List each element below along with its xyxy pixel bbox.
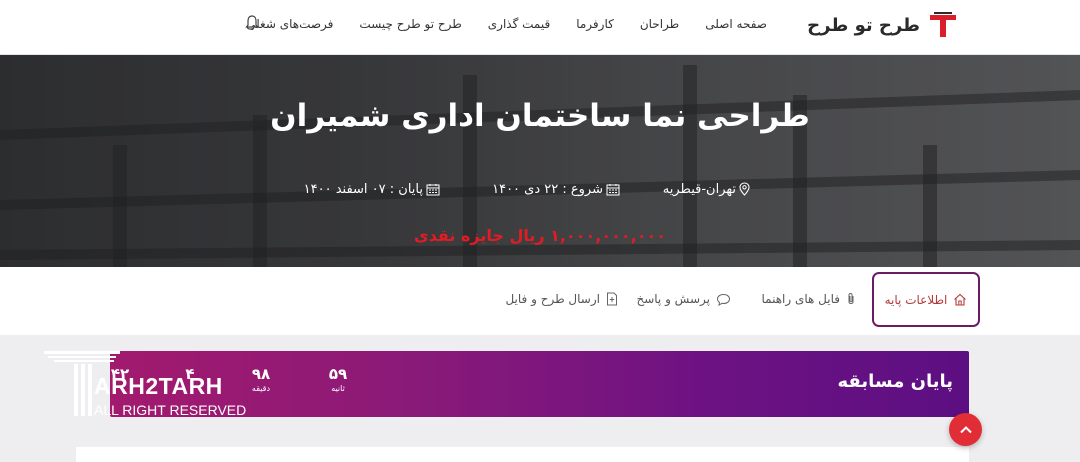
tab-guide-files-label: فایل های راهنما [761, 292, 841, 306]
prize-amount: ۱,۰۰۰,۰۰۰,۰۰۰ ریال جایزه نقدی [413, 226, 667, 245]
chevron-up-icon [959, 425, 972, 433]
countdown-banner: پایان مسابقه ۵۹ ثانیه ۹۸ دقیقه ۴ ۴۲ [110, 351, 969, 417]
paperclip-icon [848, 293, 854, 304]
tab-submit-design[interactable]: ارسال طرح و فایل [505, 277, 618, 321]
competition-title: طراحی نما ساختمان اداری شمیران [270, 98, 810, 134]
countdown-title: پایان مسابقه [837, 371, 953, 392]
chat-bubble-icon [716, 293, 731, 306]
countdown-hours: ۴ [170, 365, 210, 383]
location-info: تهران-قیطریه [663, 179, 750, 199]
location-pin-icon [739, 182, 750, 196]
tab-basic-info-label: اطلاعات پایه [884, 292, 948, 307]
start-date-info: شروع : ۲۲ دی ۱۴۰۰ [492, 179, 620, 199]
countdown-days: ۴۲ [100, 365, 140, 383]
tab-submit-design-label: ارسال طرح و فایل [505, 292, 600, 306]
logo-mark-icon [928, 12, 956, 38]
hero-banner: طراحی نما ساختمان اداری شمیران تهران-قیط… [0, 55, 1080, 267]
tab-questions-label: پرسش و پاسخ [636, 292, 710, 306]
seconds-label: ثانیه [331, 384, 345, 393]
countdown-seconds: ۵۹ ثانیه [318, 365, 358, 395]
main-nav: صفحه اصلی طراحان کارفرما قیمت گذاری طرح … [233, 15, 780, 33]
site-logo[interactable]: طرح تو طرح [807, 12, 956, 38]
scroll-to-top-button[interactable] [949, 413, 982, 446]
nav-about[interactable]: طرح تو طرح چیست [346, 15, 474, 33]
file-upload-icon [607, 292, 617, 306]
bell-icon[interactable] [244, 14, 260, 32]
days-value: ۴۲ [110, 365, 130, 383]
nav-designers[interactable]: طراحان [627, 15, 692, 33]
countdown-minutes: ۹۸ دقیقه [241, 365, 281, 395]
calendar-icon [606, 183, 620, 195]
end-date-info: پایان : ۰۷ اسفند ۱۴۰۰ [304, 179, 440, 199]
location-text: تهران-قیطریه [662, 181, 736, 197]
logo-text: طرح تو طرح [807, 14, 920, 36]
calendar-icon [426, 183, 440, 195]
competition-tabs: اطلاعات پایه فایل های راهنما پرسش و پاسخ… [0, 267, 1080, 335]
minutes-label: دقیقه [251, 384, 271, 393]
top-navbar: طرح تو طرح صفحه اصلی طراحان کارفرما قیمت… [0, 0, 1080, 55]
home-icon [954, 293, 967, 306]
tab-basic-info[interactable]: اطلاعات پایه [872, 272, 980, 327]
nav-home[interactable]: صفحه اصلی [692, 15, 780, 33]
start-date-text: شروع : ۲۲ دی ۱۴۰۰ [492, 181, 603, 197]
content-card [76, 447, 969, 462]
nav-employer[interactable]: کارفرما [563, 15, 627, 33]
nav-pricing[interactable]: قیمت گذاری [475, 15, 563, 33]
end-date-text: پایان : ۰۷ اسفند ۱۴۰۰ [303, 181, 423, 197]
hours-value: ۴ [185, 365, 195, 383]
tab-guide-files[interactable]: فایل های راهنما [762, 277, 857, 321]
tab-questions[interactable]: پرسش و پاسخ [636, 277, 731, 321]
seconds-value: ۵۹ [328, 365, 348, 383]
minutes-value: ۹۸ [251, 365, 271, 383]
